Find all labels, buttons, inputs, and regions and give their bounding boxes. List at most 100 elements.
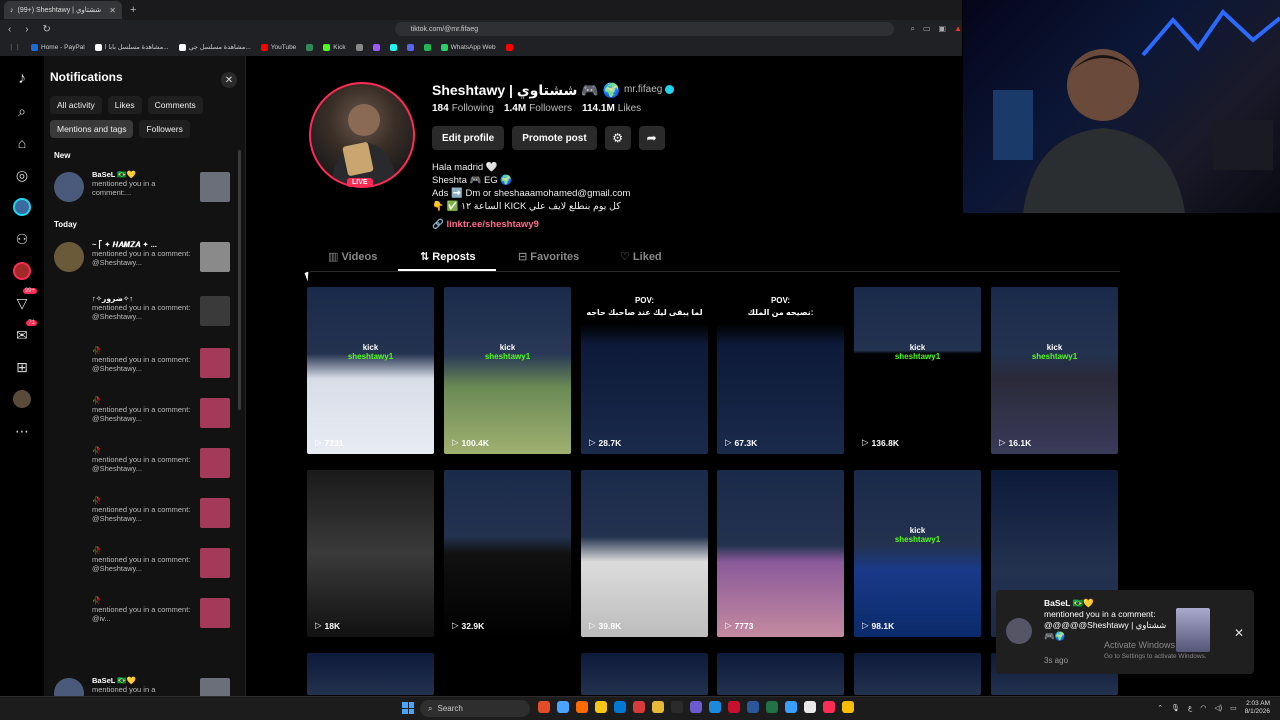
settings-gear-icon[interactable]: ⚙ bbox=[604, 126, 631, 150]
promote-post-button[interactable]: Promote post bbox=[512, 126, 597, 150]
taskbar-app-icon[interactable] bbox=[652, 701, 664, 713]
bookmark-item[interactable] bbox=[372, 43, 380, 51]
messages-icon[interactable]: ✉ 71 bbox=[11, 320, 37, 346]
video-tile[interactable] bbox=[581, 653, 708, 695]
edit-profile-button[interactable]: Edit profile bbox=[432, 126, 505, 150]
bookmark-item[interactable] bbox=[355, 43, 363, 51]
address-bar[interactable]: tiktok.com/@mr.fifaeg bbox=[394, 22, 895, 36]
taskbar-app-icon[interactable] bbox=[690, 701, 702, 713]
filter-chip[interactable]: Followers bbox=[139, 120, 190, 138]
filter-chip[interactable]: All activity bbox=[50, 96, 102, 114]
taskbar-app-icon[interactable] bbox=[538, 701, 550, 713]
notification-thumbnail[interactable] bbox=[200, 398, 230, 428]
notification-avatar[interactable] bbox=[54, 548, 84, 578]
tiktok-logo-icon[interactable]: ♪ bbox=[11, 68, 33, 90]
notification-thumbnail[interactable] bbox=[200, 678, 230, 696]
video-tile[interactable]: kick sheshtawy1 ▷ 16.1K bbox=[991, 287, 1118, 454]
video-tile[interactable] bbox=[717, 653, 844, 695]
notification-avatar[interactable] bbox=[54, 678, 84, 696]
taskbar-clock[interactable]: 2:03 AM 8/1/2026 bbox=[1245, 700, 1270, 716]
video-tile[interactable] bbox=[307, 653, 434, 695]
notification-avatar[interactable] bbox=[54, 448, 84, 478]
tray-chevron-icon[interactable]: ⌃ bbox=[1157, 704, 1163, 712]
taskbar-app-icon[interactable] bbox=[728, 701, 740, 713]
taskbar-app-icon[interactable] bbox=[766, 701, 778, 713]
bookmark-item[interactable] bbox=[505, 43, 513, 51]
notification-item[interactable]: 🥀 mentioned you in a comment: @Sheshtawy.… bbox=[54, 496, 230, 536]
tab-liked[interactable]: ♡ Liked bbox=[620, 250, 662, 263]
tab-videos[interactable]: ▥ Videos bbox=[328, 250, 377, 263]
close-icon[interactable]: ✕ bbox=[221, 72, 237, 88]
taskbar-app-icon[interactable] bbox=[557, 701, 569, 713]
bookmark-item[interactable]: Home - PayPal bbox=[31, 43, 85, 51]
bookmark-item[interactable]: WhatsApp Web bbox=[440, 43, 496, 51]
windows-start-icon[interactable] bbox=[402, 702, 414, 714]
notification-avatar[interactable] bbox=[54, 172, 84, 202]
taskbar-app-icon[interactable] bbox=[614, 701, 626, 713]
followers-stat[interactable]: 1.4M Followers bbox=[504, 103, 572, 114]
zoom-icon[interactable]: ⌕ bbox=[910, 24, 914, 34]
notification-item[interactable]: 🥀 mentioned you in a comment: @Sheshtawy.… bbox=[54, 446, 230, 486]
battery-icon[interactable]: ▭ bbox=[1230, 704, 1237, 712]
notification-avatar[interactable] bbox=[54, 498, 84, 528]
apps-grid-icon[interactable]: ⋮⋮ bbox=[8, 43, 21, 51]
notification-thumbnail[interactable] bbox=[200, 498, 230, 528]
more-icon[interactable]: ⋯ bbox=[11, 420, 33, 442]
alert-icon[interactable]: ▲ bbox=[954, 24, 962, 34]
live-badge[interactable]: LIVE bbox=[347, 178, 373, 187]
microphone-icon[interactable]: 🎙 bbox=[1171, 704, 1180, 712]
tab-reposts[interactable]: ⇅ Reposts bbox=[420, 250, 476, 263]
close-toast-icon[interactable]: ✕ bbox=[1234, 626, 1244, 640]
notification-item[interactable]: 🥀 mentioned you in a comment: @Sheshtawy.… bbox=[54, 546, 230, 586]
notification-thumbnail[interactable] bbox=[200, 172, 230, 202]
taskbar-app-icon[interactable] bbox=[595, 701, 607, 713]
video-tile[interactable]: ▷ 39.8K bbox=[581, 470, 708, 637]
explore-icon[interactable]: ◎ bbox=[11, 164, 33, 186]
notification-thumbnail[interactable] bbox=[200, 348, 230, 378]
following-avatar-icon[interactable] bbox=[11, 196, 33, 218]
bookmark-item[interactable] bbox=[406, 43, 414, 51]
new-tab-button[interactable]: + bbox=[130, 4, 136, 16]
taskbar-app-icon[interactable] bbox=[785, 701, 797, 713]
back-icon[interactable]: ‹ bbox=[8, 24, 17, 35]
forward-icon[interactable]: › bbox=[25, 24, 34, 35]
taskbar-app-icon[interactable] bbox=[823, 701, 835, 713]
video-tile[interactable]: POV: نصيحه من الملك: ▷ 67.3K bbox=[717, 287, 844, 454]
bookmark-item[interactable]: مشاهدة مسلسل بابا ا... bbox=[94, 43, 169, 51]
wifi-icon[interactable]: ◠ bbox=[1200, 704, 1206, 712]
video-tile[interactable] bbox=[444, 653, 571, 695]
bookmark-item[interactable] bbox=[423, 43, 431, 51]
notification-thumbnail[interactable] bbox=[200, 548, 230, 578]
notification-avatar[interactable] bbox=[54, 398, 84, 428]
bookmark-item[interactable] bbox=[306, 43, 314, 51]
home-icon[interactable]: ⌂ bbox=[11, 132, 33, 154]
volume-icon[interactable]: ◁) bbox=[1214, 704, 1222, 712]
extension-icon[interactable]: ▣ bbox=[939, 24, 947, 34]
video-tile[interactable]: kick sheshtawy1 ▷ 7231 bbox=[307, 287, 434, 454]
tab-favorites[interactable]: ⊟ Favorites bbox=[518, 250, 579, 263]
profile-link[interactable]: 🔗 linktr.ee/sheshtawy9 bbox=[432, 219, 539, 230]
taskbar-app-icon[interactable] bbox=[842, 701, 854, 713]
notification-thumbnail[interactable] bbox=[200, 242, 230, 272]
inbox-icon[interactable]: ▽ 99+ bbox=[11, 288, 37, 314]
upload-icon[interactable]: ⊞ bbox=[11, 356, 33, 378]
notification-item[interactable]: 🥀 mentioned you in a comment: @iv... bbox=[54, 596, 230, 636]
video-tile[interactable]: ▷ 7773 bbox=[717, 470, 844, 637]
filter-chip[interactable]: Likes bbox=[107, 96, 142, 114]
video-tile[interactable]: kick sheshtawy1 ▷ 136.8K bbox=[854, 287, 981, 454]
video-tile[interactable] bbox=[854, 653, 981, 695]
notifications-scrollbar[interactable] bbox=[238, 150, 241, 410]
notification-avatar[interactable] bbox=[54, 296, 84, 326]
notification-item[interactable]: 🥀 mentioned you in a comment: @Sheshtawy.… bbox=[54, 396, 230, 436]
notification-item[interactable]: BaSeL 🇧🇷💛 mentioned you in a bbox=[54, 676, 230, 696]
bookmark-item[interactable]: مشاهدة مسلسل جي... bbox=[178, 43, 251, 51]
share-icon[interactable]: ➦ bbox=[638, 126, 665, 150]
notification-thumbnail[interactable] bbox=[200, 448, 230, 478]
bookmark-item[interactable] bbox=[389, 43, 397, 51]
notification-avatar[interactable] bbox=[54, 242, 84, 272]
filter-chip[interactable]: Mentions and tags bbox=[50, 120, 134, 138]
filter-chip[interactable]: Comments bbox=[147, 96, 203, 114]
live-icon[interactable] bbox=[11, 260, 33, 282]
video-tile[interactable]: ▷ 18K bbox=[307, 470, 434, 637]
taskbar-app-icon[interactable] bbox=[671, 701, 683, 713]
